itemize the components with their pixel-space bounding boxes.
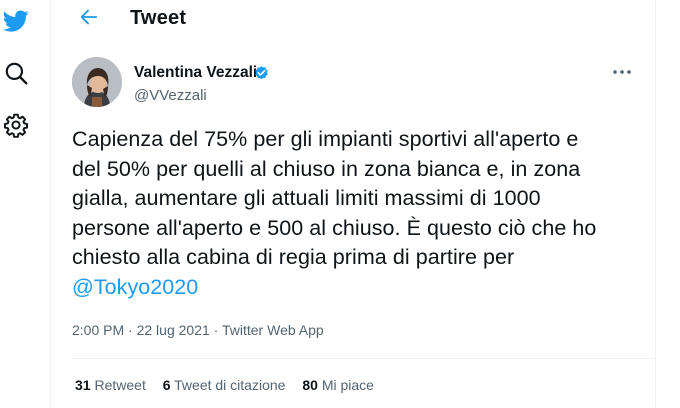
tweet-text: Capienza del 75% per gli impianti sporti… <box>72 125 652 302</box>
gear-icon[interactable] <box>3 112 29 138</box>
nav-divider <box>50 0 51 408</box>
twitter-bird-icon[interactable] <box>3 8 29 34</box>
retweets-stat[interactable]: 31 Retweet <box>75 377 146 393</box>
search-icon[interactable] <box>3 60 29 86</box>
tweet-text-line: Capienza del 75% per gli impianti sporti… <box>72 127 579 151</box>
tweet-time[interactable]: 2:00 PM <box>72 322 124 338</box>
quotes-label: Tweet di citazione <box>174 377 286 393</box>
tweet-text-line: chiesto alla cabina di regia prima di pa… <box>72 245 515 269</box>
likes-label: Mi piace <box>321 377 374 393</box>
verified-badge-icon <box>253 65 270 82</box>
author-name[interactable]: Valentina Vezzali <box>134 64 257 82</box>
more-dots-icon[interactable] <box>610 62 634 82</box>
tweet-date[interactable]: 22 lug 2021 <box>137 322 210 338</box>
column-divider <box>655 0 656 408</box>
left-nav-rail <box>0 0 50 408</box>
quotes-stat[interactable]: 6 Tweet di citazione <box>163 377 286 393</box>
tweet-text-line: del 50% per quelli al chiuso in zona bia… <box>72 156 581 181</box>
author-handle[interactable]: @VVezzali <box>134 87 207 104</box>
tweet-text-line: persone all'aperto e 500 al chiuso. È qu… <box>72 215 597 240</box>
mention-link[interactable]: @Tokyo2020 <box>72 275 198 299</box>
likes-count: 80 <box>302 377 318 393</box>
meta-separator: · <box>209 322 222 338</box>
tweet-text-line: gialla, aumentare gli attuali limiti mas… <box>72 186 541 210</box>
likes-stat[interactable]: 80 Mi piace <box>302 377 374 393</box>
tweet-source[interactable]: Twitter Web App <box>222 322 324 338</box>
page-title: Tweet <box>130 7 187 29</box>
arrow-left-icon[interactable] <box>78 6 100 28</box>
tweet-stats: 31 Retweet 6 Tweet di citazione 80 Mi pi… <box>75 377 387 393</box>
meta-separator: · <box>124 322 137 338</box>
avatar[interactable] <box>72 57 122 107</box>
quotes-count: 6 <box>162 377 171 393</box>
meta-divider <box>72 358 655 359</box>
retweets-count: 31 <box>75 377 91 393</box>
tweet-metadata: 2:00 PM · 22 lug 2021 · Twitter Web App <box>72 322 324 338</box>
retweets-label: Retweet <box>94 377 146 393</box>
page-header: Tweet <box>51 0 655 40</box>
